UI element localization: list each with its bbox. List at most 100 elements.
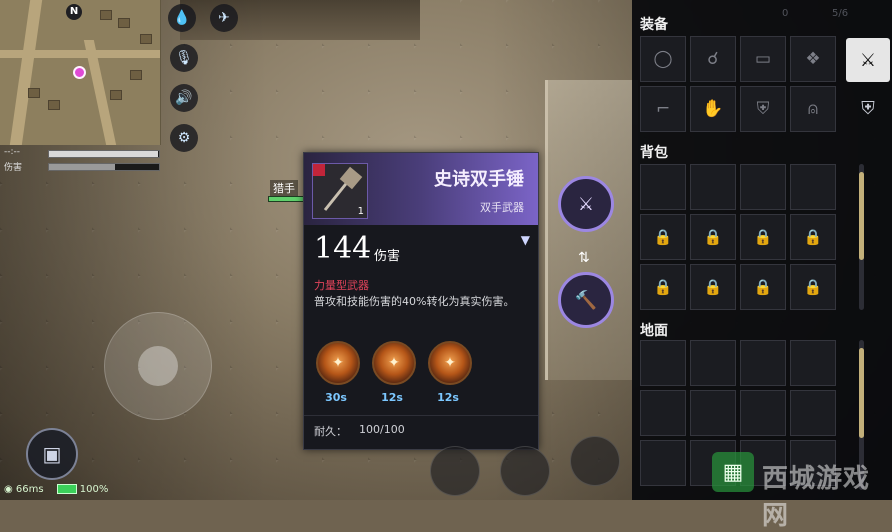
damage-value: 144 bbox=[314, 231, 372, 266]
item-description: 普攻和技能伤害的40%转化为真实伤害。 bbox=[314, 295, 515, 308]
skill-slot: ✦ 30s bbox=[314, 341, 360, 404]
lock-icon[interactable]: 🔒 bbox=[690, 214, 736, 260]
cape-icon[interactable]: ❖ bbox=[790, 36, 836, 82]
ground-slot[interactable] bbox=[640, 440, 686, 486]
minimap[interactable]: N bbox=[0, 0, 161, 145]
movement-joystick[interactable] bbox=[104, 312, 212, 420]
mic-off-icon[interactable]: 🎙 bbox=[170, 44, 198, 72]
ground-slot[interactable] bbox=[640, 390, 686, 436]
satellite-icon[interactable]: ✈ bbox=[210, 4, 238, 32]
hammer-slam-icon: ✦ bbox=[316, 341, 360, 385]
ground-slot[interactable] bbox=[790, 390, 836, 436]
ground-slot[interactable] bbox=[690, 390, 736, 436]
item-icon: 1 bbox=[312, 163, 368, 219]
durability-label: 耐久： bbox=[314, 425, 347, 438]
action-button[interactable] bbox=[500, 446, 550, 496]
hammer-swing-icon: ✦ bbox=[372, 341, 416, 385]
speaker-icon[interactable]: 🔊 bbox=[170, 84, 198, 112]
wifi-icon: ◉ bbox=[4, 484, 13, 495]
skill-cooldown: 30s bbox=[325, 391, 347, 404]
skill-cooldown: 12s bbox=[437, 391, 459, 404]
action-button[interactable] bbox=[570, 436, 620, 486]
ring-icon[interactable]: ◯ bbox=[640, 36, 686, 82]
weapon-type: 力量型武器 bbox=[314, 279, 369, 292]
battery-icon bbox=[56, 484, 77, 494]
weapon-slot-primary[interactable]: ⚔ bbox=[558, 176, 614, 232]
backpack-button[interactable]: ▣ bbox=[26, 428, 78, 480]
ground-slot[interactable] bbox=[740, 340, 786, 386]
top-right-stat: 5/6 bbox=[832, 8, 849, 19]
backpack-slot[interactable] bbox=[640, 164, 686, 210]
boots-icon[interactable]: ⌐ bbox=[640, 86, 686, 132]
skill-cooldown: 12s bbox=[381, 391, 403, 404]
minimap-building bbox=[28, 88, 40, 98]
backpack-slot[interactable] bbox=[740, 164, 786, 210]
lock-icon[interactable]: 🔒 bbox=[640, 214, 686, 260]
backpack-title: 背包 bbox=[640, 145, 668, 161]
settings-gear-icon[interactable]: ⚙ bbox=[170, 124, 198, 152]
ground-slot[interactable] bbox=[640, 340, 686, 386]
minimap-north-indicator: N bbox=[66, 4, 82, 20]
backpack-slot[interactable] bbox=[690, 164, 736, 210]
necklace-icon[interactable]: ☌ bbox=[690, 36, 736, 82]
top-left-stat: 0 bbox=[782, 8, 789, 19]
action-button[interactable] bbox=[430, 446, 480, 496]
minimap-player-marker bbox=[73, 66, 86, 79]
lock-icon[interactable]: 🔒 bbox=[690, 264, 736, 310]
backpack-icon: ▣ bbox=[42, 442, 62, 466]
ground-title: 地面 bbox=[640, 323, 668, 339]
lock-icon[interactable]: 🔒 bbox=[740, 264, 786, 310]
backpack-scrollbar[interactable] bbox=[859, 164, 864, 310]
damage-bar-fill bbox=[49, 164, 115, 170]
damage-row: 伤害 bbox=[0, 160, 160, 173]
minimap-road bbox=[0, 50, 160, 58]
watermark-text: 西城游戏网 bbox=[762, 464, 871, 531]
lock-icon[interactable]: 🔒 bbox=[640, 264, 686, 310]
weapon-slot-secondary[interactable]: 🔨 bbox=[558, 272, 614, 328]
lock-icon[interactable]: 🔒 bbox=[790, 264, 836, 310]
chest-armor-icon[interactable]: ⛨ bbox=[740, 86, 786, 132]
item-category: 双手武器 bbox=[480, 201, 524, 214]
battery-value: 100% bbox=[79, 484, 109, 495]
inventory-panel: 0 5/6 装备 ◯ ☌ ▭ ❖ ⌐ ✋ ⛨ ⍝ ⚔ ⛨ 背包 🔒 🔒 🔒 🔒 … bbox=[632, 0, 892, 500]
skill-slot: ✦ 12s bbox=[370, 341, 416, 404]
ground-slot[interactable] bbox=[790, 340, 836, 386]
npc-health-bar bbox=[268, 196, 304, 202]
tooltip-header: 1 史诗双手锤 双手武器 bbox=[304, 153, 538, 225]
minimap-road bbox=[9, 0, 43, 145]
hammer-icon: 🔨 bbox=[574, 289, 598, 311]
belt-icon[interactable]: ▭ bbox=[740, 36, 786, 82]
water-drop-icon[interactable]: 💧 bbox=[168, 4, 196, 32]
chevron-down-icon[interactable]: ▼ bbox=[521, 233, 530, 247]
scroll-thumb[interactable] bbox=[859, 348, 864, 438]
joystick-knob[interactable] bbox=[138, 346, 178, 386]
lock-icon[interactable]: 🔒 bbox=[740, 214, 786, 260]
watermark-logo-icon: ▦ bbox=[712, 452, 754, 492]
minimap-building bbox=[100, 10, 112, 20]
armor-tab[interactable]: ⛨ bbox=[846, 86, 890, 130]
lock-icon[interactable]: 🔒 bbox=[790, 214, 836, 260]
item-tooltip: 1 史诗双手锤 双手武器 ▼ 144 伤害 力量型武器 普攻和技能伤害的40%转… bbox=[303, 152, 539, 450]
minimap-building bbox=[110, 90, 122, 100]
scroll-thumb[interactable] bbox=[859, 172, 864, 260]
backpack-slot[interactable] bbox=[790, 164, 836, 210]
item-flag-icon bbox=[313, 164, 325, 176]
ground-slot[interactable] bbox=[740, 390, 786, 436]
armor-icon: ⛨ bbox=[861, 97, 875, 119]
minimap-building bbox=[130, 70, 142, 80]
swap-arrows-icon[interactable]: ⇅ bbox=[578, 250, 590, 266]
item-quantity: 1 bbox=[357, 206, 364, 217]
ground-slot[interactable] bbox=[690, 340, 736, 386]
durability-value: 100/100 bbox=[359, 423, 405, 436]
gloves-icon[interactable]: ✋ bbox=[690, 86, 736, 132]
minimap-building bbox=[48, 100, 60, 110]
minimap-building bbox=[118, 18, 130, 28]
ping-value: 66ms bbox=[15, 484, 44, 495]
weapon-tab[interactable]: ⚔ bbox=[846, 38, 890, 82]
divider bbox=[304, 415, 538, 416]
npc-nameplate: 猎手 bbox=[270, 180, 298, 196]
stamina-label: --:-- bbox=[4, 147, 21, 157]
stamina-bar-fill bbox=[49, 151, 158, 157]
helmet-icon[interactable]: ⍝ bbox=[790, 86, 836, 132]
damage-label: 伤害 bbox=[4, 163, 23, 173]
